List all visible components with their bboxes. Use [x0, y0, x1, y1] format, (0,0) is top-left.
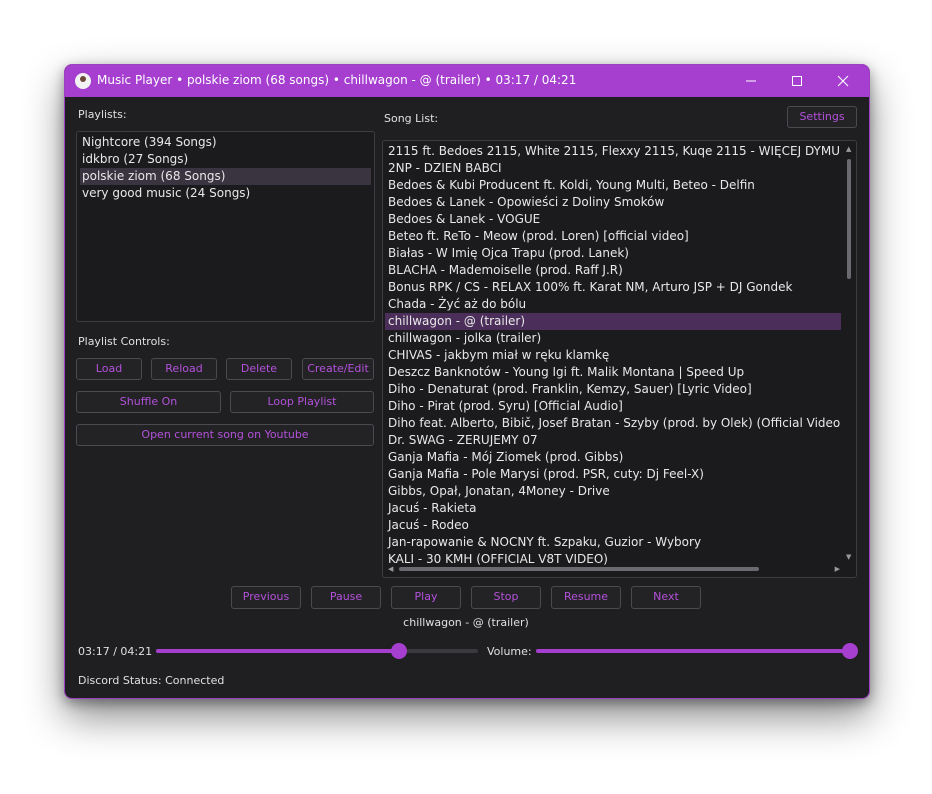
scroll-down-icon[interactable]: ▼ — [846, 553, 851, 561]
song-item[interactable]: Jacuś - Rodeo — [385, 517, 841, 534]
playlist-item[interactable]: idkbro (27 Songs) — [80, 151, 371, 168]
previous-button[interactable]: Previous — [231, 586, 301, 609]
song-item[interactable]: Bedoes & Kubi Producent ft. Koldi, Young… — [385, 177, 841, 194]
play-button[interactable]: Play — [391, 586, 461, 609]
maximize-button[interactable] — [774, 65, 820, 97]
song-item[interactable]: Ganja Mafia - Mój Ziomek (prod. Gibbs) — [385, 449, 841, 466]
song-list-label: Song List: — [384, 112, 439, 125]
scroll-up-icon[interactable]: ▲ — [846, 145, 851, 153]
song-item[interactable]: 2NP - DZIEN BABCI — [385, 160, 841, 177]
load-button[interactable]: Load — [76, 358, 142, 380]
song-item[interactable]: Beteo ft. ReTo - Meow (prod. Loren) [off… — [385, 228, 841, 245]
volume-slider[interactable] — [536, 643, 858, 659]
title-bar[interactable]: Music Player • polskie ziom (68 songs) •… — [65, 65, 869, 97]
close-button[interactable] — [820, 65, 866, 97]
song-item[interactable]: CHIVAS - jakbym miał w ręku klamkę — [385, 347, 841, 364]
vertical-scroll-thumb[interactable] — [847, 159, 851, 279]
vertical-scrollbar[interactable]: ▲ ▼ — [844, 143, 854, 561]
horizontal-scrollbar[interactable]: ◀ ▶ — [385, 563, 842, 575]
song-item[interactable]: Diho - Denaturat (prod. Franklin, Kemzy,… — [385, 381, 841, 398]
progress-handle[interactable] — [391, 643, 408, 659]
song-item[interactable]: Jan-rapowanie & NOCNY ft. Szpaku, Guzior… — [385, 534, 841, 551]
resume-button[interactable]: Resume — [551, 586, 621, 609]
song-item[interactable]: Dr. SWAG - ZERUJEMY 07 — [385, 432, 841, 449]
song-item[interactable]: Diho - Pirat (prod. Syru) [Official Audi… — [385, 398, 841, 415]
next-button[interactable]: Next — [631, 586, 701, 609]
playlists-list[interactable]: Nightcore (394 Songs) idkbro (27 Songs) … — [76, 131, 375, 322]
close-icon — [837, 75, 849, 87]
song-item[interactable]: 2115 ft. Bedoes 2115, White 2115, Flexxy… — [385, 143, 841, 160]
minimize-button[interactable] — [728, 65, 774, 97]
playlists-label: Playlists: — [78, 108, 127, 121]
song-item[interactable]: Diho feat. Alberto, Bibič, Josef Bratan … — [385, 415, 841, 432]
music-player-window: Music Player • polskie ziom (68 songs) •… — [64, 64, 870, 699]
song-item[interactable]: BLACHA - Mademoiselle (prod. Raff J.R) — [385, 262, 841, 279]
volume-handle[interactable] — [842, 643, 858, 659]
playlist-item[interactable]: Nightcore (394 Songs) — [80, 134, 371, 151]
volume-label: Volume: — [487, 645, 532, 658]
app-avatar-icon — [75, 73, 91, 89]
playlist-item[interactable]: very good music (24 Songs) — [80, 185, 371, 202]
song-item[interactable]: Bonus RPK / CS - RELAX 100% ft. Karat NM… — [385, 279, 841, 296]
create-edit-button[interactable]: Create/Edit — [302, 358, 374, 380]
song-item[interactable]: Jacuś - Rakieta — [385, 500, 841, 517]
settings-button[interactable]: Settings — [787, 106, 857, 128]
scroll-right-icon[interactable]: ▶ — [835, 565, 840, 573]
open-youtube-button[interactable]: Open current song on Youtube — [76, 424, 374, 446]
shuffle-button[interactable]: Shuffle On — [76, 391, 221, 413]
now-playing-label: chillwagon - @ (trailer) — [403, 616, 529, 629]
song-item[interactable]: chillwagon - jolka (trailer) — [385, 330, 841, 347]
progress-slider[interactable] — [156, 643, 478, 659]
reload-button[interactable]: Reload — [151, 358, 217, 380]
time-display: 03:17 / 04:21 — [78, 645, 153, 658]
minimize-icon — [746, 80, 756, 82]
playlist-item-selected[interactable]: polskie ziom (68 Songs) — [80, 168, 371, 185]
song-item[interactable]: Deszcz Banknotów - Young Igi ft. Malik M… — [385, 364, 841, 381]
song-item[interactable]: Bedoes & Lanek - Opowieści z Doliny Smok… — [385, 194, 841, 211]
pause-button[interactable]: Pause — [311, 586, 381, 609]
song-item[interactable]: Ganja Mafia - Pole Marysi (prod. PSR, cu… — [385, 466, 841, 483]
song-item[interactable]: Bedoes & Lanek - VOGUE — [385, 211, 841, 228]
discord-status: Discord Status: Connected — [78, 674, 225, 687]
song-item-selected[interactable]: chillwagon - @ (trailer) — [385, 313, 841, 330]
song-item[interactable]: Gibbs, Opał, Jonatan, 4Money - Drive — [385, 483, 841, 500]
progress-fill — [156, 649, 400, 653]
loop-playlist-button[interactable]: Loop Playlist — [230, 391, 374, 413]
song-item[interactable]: Chada - Żyć aż do bólu — [385, 296, 841, 313]
song-list[interactable]: 2115 ft. Bedoes 2115, White 2115, Flexxy… — [382, 140, 857, 578]
stop-button[interactable]: Stop — [471, 586, 541, 609]
window-title: Music Player • polskie ziom (68 songs) •… — [97, 73, 577, 87]
volume-fill — [536, 649, 850, 653]
delete-button[interactable]: Delete — [226, 358, 292, 380]
horizontal-scroll-thumb[interactable] — [399, 567, 759, 571]
song-item[interactable]: Białas - W Imię Ojca Trapu (prod. Lanek) — [385, 245, 841, 262]
scroll-left-icon[interactable]: ◀ — [388, 565, 393, 573]
playlist-controls-label: Playlist Controls: — [78, 335, 170, 348]
maximize-icon — [792, 76, 802, 86]
